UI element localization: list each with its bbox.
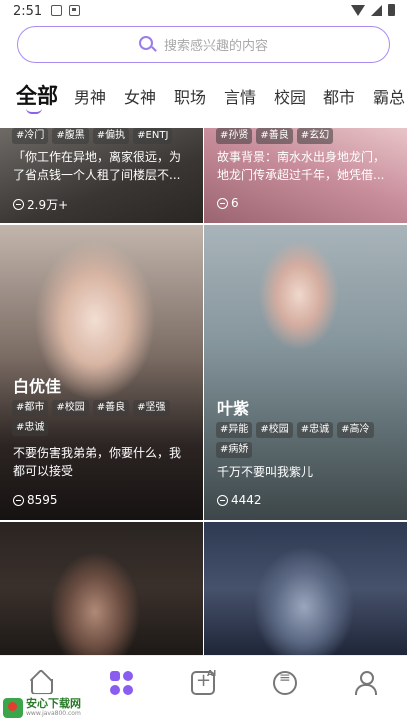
tag: #高冷	[337, 422, 374, 438]
tag: #病娇	[216, 442, 253, 458]
notification-icon	[51, 5, 62, 16]
chat-count: 4442	[217, 493, 262, 507]
character-card[interactable]: #冷门 #腹黑 #偏执 #ENTJ 「你工作在异地，离家很远，为了省点钱一个人租…	[0, 128, 203, 223]
home-icon[interactable]	[29, 671, 53, 695]
card-description: 不要伤害我弟弟，你要什么，我都可以接受	[13, 446, 182, 478]
battery-icon	[388, 4, 395, 16]
tab-ceo[interactable]: 霸总	[373, 84, 405, 108]
character-card[interactable]	[204, 522, 407, 655]
tag: #冷门	[12, 128, 49, 144]
category-tabs: 全部 男神 女神 职场 言情 校园 都市 霸总	[0, 78, 407, 118]
search-icon	[138, 36, 157, 53]
watermark: 安心下载网 www.java800.com	[0, 694, 101, 721]
wifi-icon	[351, 4, 365, 16]
tag: #坚强	[133, 400, 170, 416]
profile-icon[interactable]	[354, 671, 378, 695]
chat-bubble-icon	[217, 494, 228, 506]
signal-icon	[371, 4, 382, 16]
chat-bubble-icon	[13, 199, 24, 210]
chat-count: 6	[217, 196, 239, 210]
tag: #孙贤	[216, 128, 253, 144]
tag: #ENTJ	[133, 128, 173, 144]
chat-count-value: 4442	[231, 493, 262, 507]
character-card[interactable]: #孙贤 #善良 #玄幻 故事背景：南水水出身地龙门，地龙门传承超过千年，她凭借.…	[204, 128, 407, 223]
character-card[interactable]	[0, 522, 203, 655]
character-name: 白优佳	[13, 377, 62, 396]
chat-icon[interactable]	[273, 670, 297, 695]
discover-icon[interactable]	[110, 671, 133, 695]
status-indicators	[351, 4, 395, 16]
tag-list: #异能 #校园 #忠诚 #高冷 #病娇	[216, 422, 396, 458]
tag: #玄幻	[296, 128, 334, 144]
ai-label: AI	[207, 669, 217, 678]
tag-list: #都市 #校园 #善良 #坚强 #忠诚	[12, 400, 192, 436]
tag: #校园	[52, 400, 89, 416]
active-tab-indicator	[26, 108, 42, 114]
chat-bubble-icon	[217, 197, 228, 209]
tab-workplace[interactable]: 职场	[174, 84, 206, 108]
character-name: 叶紫	[217, 399, 250, 418]
tag: #忠诚	[296, 422, 334, 438]
chat-count-value: 8595	[27, 493, 58, 507]
chat-count-value: 2.9万+	[27, 198, 69, 212]
tab-female[interactable]: 女神	[124, 84, 156, 108]
watermark-title: 安心下载网	[26, 696, 81, 710]
chat-count-value: 6	[231, 196, 239, 210]
tag: #都市	[12, 400, 49, 416]
character-card[interactable]: 叶紫 #异能 #校园 #忠诚 #高冷 #病娇 千万不要叫我紫儿 4442	[204, 225, 407, 520]
character-image	[204, 522, 407, 655]
chat-bubble-icon	[13, 494, 24, 506]
status-bar: 2:51	[0, 0, 407, 24]
tab-romance[interactable]: 言情	[224, 84, 256, 108]
status-time: 2:51	[13, 4, 43, 19]
tag: #腹黑	[52, 128, 89, 144]
search-input[interactable]: 搜索感兴趣的内容	[17, 26, 390, 63]
chat-count: 8595	[13, 493, 58, 507]
card-description: 千万不要叫我紫儿	[217, 465, 314, 479]
tag-list: #冷门 #腹黑 #偏执 #ENTJ	[12, 128, 192, 144]
tag: #异能	[216, 422, 253, 438]
tag: #善良	[92, 400, 130, 416]
tab-campus[interactable]: 校园	[274, 84, 306, 108]
search-placeholder: 搜索感兴趣的内容	[163, 39, 268, 54]
card-description: 「你工作在异地，离家很远，为了省点钱一个人租了间楼层不...	[13, 150, 182, 182]
tab-male[interactable]: 男神	[74, 84, 106, 108]
watermark-url: www.java800.com	[26, 709, 81, 717]
notification-icon	[69, 5, 80, 16]
character-card[interactable]: 白优佳 #都市 #校园 #善良 #坚强 #忠诚 不要伤害我弟弟，你要什么，我都可…	[0, 225, 203, 520]
tag: #忠诚	[12, 420, 49, 436]
watermark-logo-icon	[3, 697, 23, 718]
tab-city[interactable]: 都市	[323, 84, 355, 108]
tag: #偏执	[92, 128, 130, 144]
character-image	[0, 522, 203, 655]
tag-list: #孙贤 #善良 #玄幻	[216, 128, 396, 144]
card-description: 故事背景：南水水出身地龙门，地龙门传承超过千年，她凭借...	[217, 150, 386, 182]
chat-count: 2.9万+	[13, 196, 68, 213]
tab-all[interactable]: 全部	[16, 80, 58, 110]
tag: #善良	[256, 128, 293, 144]
tag: #校园	[256, 422, 293, 438]
